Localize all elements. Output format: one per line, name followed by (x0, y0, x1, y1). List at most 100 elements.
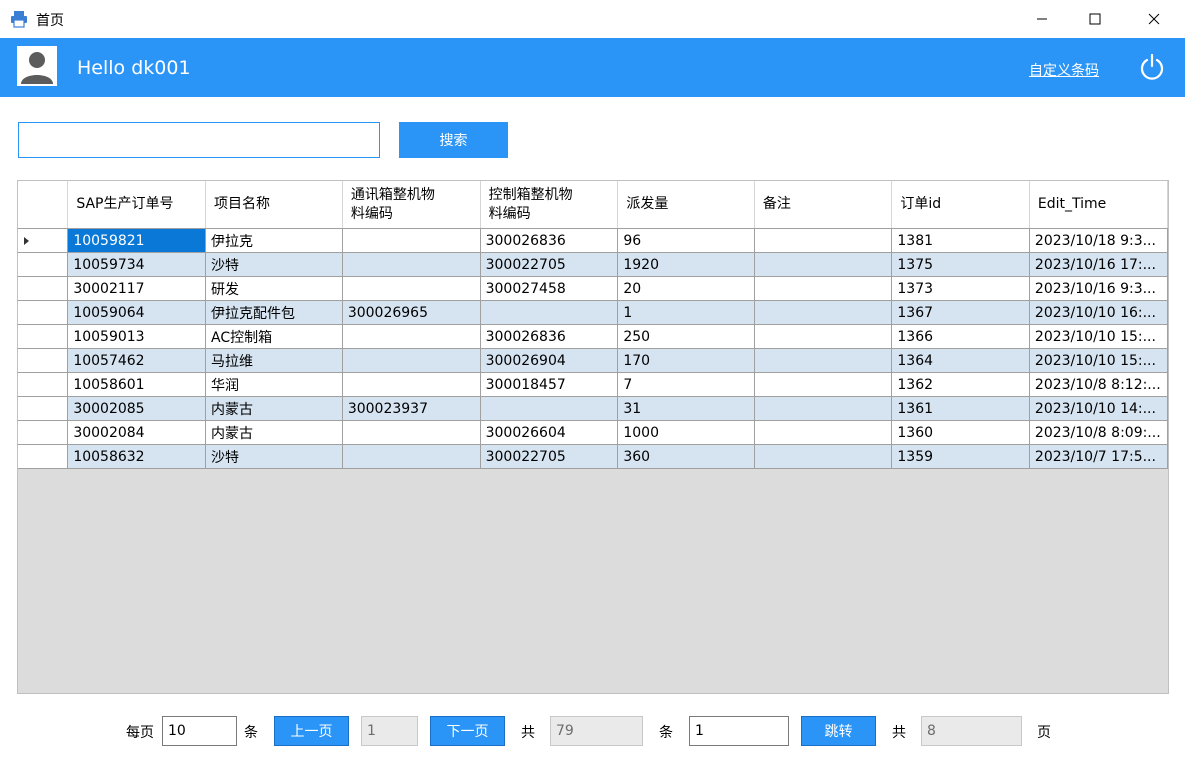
table-cell[interactable]: 300027458 (480, 276, 619, 301)
table-cell[interactable] (754, 348, 893, 373)
table-row[interactable]: 10059013 AC控制箱 300026836 250 1366 2023/10/10 … (18, 324, 1168, 349)
table-cell[interactable]: 2023/10/10 15:... (1029, 348, 1168, 373)
table-cell[interactable]: 10058601 (67, 372, 207, 397)
table-cell[interactable] (754, 372, 893, 397)
per-page-input[interactable]: 10 (162, 716, 237, 746)
table-cell[interactable] (342, 444, 481, 469)
table-cell[interactable]: 内蒙古 (205, 420, 343, 445)
row-header-cell[interactable] (18, 372, 69, 397)
search-input[interactable] (18, 122, 380, 158)
column-header[interactable]: 控制箱整机物 料编码 (480, 181, 619, 229)
table-cell[interactable]: 10059013 (67, 324, 207, 349)
minimize-button[interactable] (1019, 0, 1065, 38)
next-page-button[interactable]: 下一页 (430, 716, 505, 746)
jump-button[interactable]: 跳转 (801, 716, 876, 746)
table-row[interactable]: 10059821 伊拉克 300026836 96 1381 2023/10/18 9:3… (18, 228, 1168, 253)
table-cell[interactable]: 1 (617, 300, 755, 325)
table-cell[interactable]: 300026965 (342, 300, 481, 325)
table-cell[interactable]: 2023/10/10 16:... (1029, 300, 1168, 325)
table-cell[interactable] (342, 420, 481, 445)
prev-page-button[interactable]: 上一页 (274, 716, 349, 746)
table-cell[interactable] (342, 276, 481, 301)
table-cell[interactable]: 10059821 (67, 228, 207, 253)
table-cell[interactable]: 1367 (891, 300, 1030, 325)
table-cell[interactable]: 伊拉克配件包 (205, 300, 343, 325)
table-cell[interactable]: 1000 (617, 420, 755, 445)
table-cell[interactable]: 1366 (891, 324, 1030, 349)
column-header[interactable]: 项目名称 (205, 181, 343, 229)
table-cell[interactable]: 30002084 (67, 420, 207, 445)
orders-grid[interactable]: SAP生产订单号 项目名称 通讯箱整机物 料编码 控制箱整机物 料编码 派发量 备注 订单id E… (17, 180, 1169, 694)
row-header-cell[interactable] (18, 300, 69, 325)
table-cell[interactable]: 300026904 (480, 348, 619, 373)
table-cell[interactable]: 沙特 (205, 444, 343, 469)
table-row[interactable]: 10058632 沙特 300022705 360 1359 2023/10/7 17:5… (18, 444, 1168, 469)
table-row[interactable]: 30002085 内蒙古 300023937 31 1361 2023/10/10 14:… (18, 396, 1168, 421)
table-cell[interactable] (754, 276, 893, 301)
table-cell[interactable]: 300026836 (480, 228, 619, 253)
table-cell[interactable]: 1920 (617, 252, 755, 277)
column-header[interactable]: 通讯箱整机物 料编码 (342, 181, 481, 229)
table-cell[interactable]: 研发 (205, 276, 343, 301)
table-cell[interactable]: 170 (617, 348, 755, 373)
table-cell[interactable]: 300026836 (480, 324, 619, 349)
table-cell[interactable]: 96 (617, 228, 755, 253)
table-cell[interactable]: 1359 (891, 444, 1030, 469)
table-cell[interactable]: 30002117 (67, 276, 207, 301)
table-cell[interactable]: 2023/10/18 9:3... (1029, 228, 1168, 253)
close-button[interactable] (1131, 0, 1177, 38)
row-header-cell[interactable] (18, 348, 69, 373)
table-cell[interactable]: 2023/10/16 17:... (1029, 252, 1168, 277)
table-row[interactable]: 10059734 沙特 300022705 1920 1375 2023/10/16 17… (18, 252, 1168, 277)
table-cell[interactable]: 2023/10/8 8:09:... (1029, 420, 1168, 445)
table-cell[interactable]: 300022705 (480, 252, 619, 277)
table-cell[interactable]: 300022705 (480, 444, 619, 469)
table-cell[interactable]: 7 (617, 372, 755, 397)
table-cell[interactable]: 2023/10/16 9:3... (1029, 276, 1168, 301)
table-cell[interactable] (342, 324, 481, 349)
table-cell[interactable] (342, 348, 481, 373)
column-header[interactable]: 备注 (754, 181, 893, 229)
table-cell[interactable]: 2023/10/7 17:5... (1029, 444, 1168, 469)
maximize-button[interactable] (1072, 0, 1118, 38)
table-cell[interactable]: 1375 (891, 252, 1030, 277)
table-cell[interactable]: 300026604 (480, 420, 619, 445)
table-cell[interactable]: 2023/10/10 14:... (1029, 396, 1168, 421)
table-row[interactable]: 10059064 伊拉克配件包 300026965 1 1367 2023/10/10 1… (18, 300, 1168, 325)
table-cell[interactable]: 1373 (891, 276, 1030, 301)
table-cell[interactable]: 300018457 (480, 372, 619, 397)
table-cell[interactable]: 沙特 (205, 252, 343, 277)
table-cell[interactable]: 华润 (205, 372, 343, 397)
table-cell[interactable]: 1360 (891, 420, 1030, 445)
table-cell[interactable] (754, 324, 893, 349)
table-cell[interactable]: 2023/10/10 15:... (1029, 324, 1168, 349)
row-header-cell[interactable] (18, 444, 69, 469)
table-cell[interactable]: 10059734 (67, 252, 207, 277)
column-header[interactable]: SAP生产订单号 (67, 181, 207, 229)
table-cell[interactable]: 300023937 (342, 396, 481, 421)
user-avatar-icon[interactable] (17, 46, 57, 86)
table-cell[interactable] (754, 300, 893, 325)
table-cell[interactable]: 2023/10/8 8:12:... (1029, 372, 1168, 397)
column-header[interactable]: Edit_Time (1029, 181, 1168, 229)
table-cell[interactable]: 10059064 (67, 300, 207, 325)
table-cell[interactable]: 360 (617, 444, 755, 469)
table-cell[interactable]: AC控制箱 (205, 324, 343, 349)
table-cell[interactable]: 250 (617, 324, 755, 349)
table-cell[interactable] (754, 252, 893, 277)
row-header-cell[interactable] (18, 420, 69, 445)
table-cell[interactable]: 1362 (891, 372, 1030, 397)
custom-barcode-link[interactable]: 自定义条码 (1029, 60, 1099, 80)
row-header-cell[interactable] (18, 396, 69, 421)
table-cell[interactable]: 1364 (891, 348, 1030, 373)
row-header-cell[interactable] (18, 228, 69, 253)
table-row[interactable]: 10057462 马拉维 300026904 170 1364 2023/10/10 15… (18, 348, 1168, 373)
power-icon[interactable] (1139, 53, 1165, 81)
search-button[interactable]: 搜索 (399, 122, 508, 158)
jump-page-input[interactable]: 1 (689, 716, 789, 746)
table-cell[interactable]: 伊拉克 (205, 228, 343, 253)
table-row[interactable]: 30002084 内蒙古 300026604 1000 1360 2023/10/8 8:… (18, 420, 1168, 445)
table-cell[interactable]: 20 (617, 276, 755, 301)
column-header[interactable]: 订单id (891, 181, 1030, 229)
table-cell[interactable]: 10057462 (67, 348, 207, 373)
